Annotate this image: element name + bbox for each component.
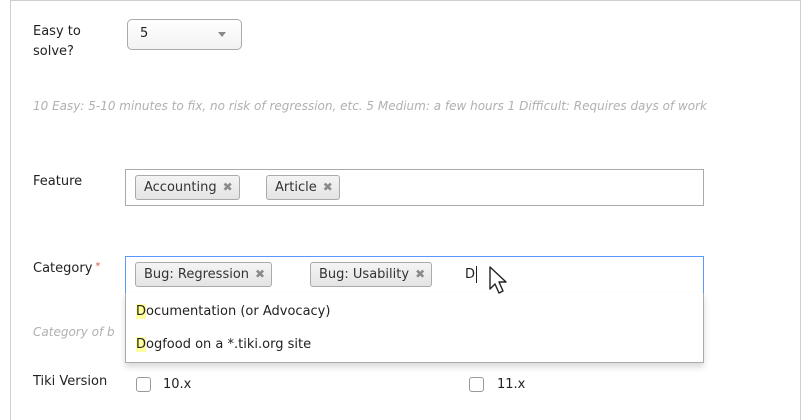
- version-checkbox[interactable]: [136, 377, 151, 392]
- category-help: Category of b: [33, 325, 115, 339]
- suggestion-text: ocumentation (or Advocacy): [146, 304, 331, 319]
- easy-to-solve-value: 5: [140, 26, 149, 41]
- category-tag-input[interactable]: Bug: Regression ✖ Bug: Usability ✖ D: [125, 256, 704, 294]
- category-tag: Bug: Usability ✖: [310, 262, 433, 287]
- category-label-text: Category: [33, 261, 93, 276]
- mouse-pointer-icon: [489, 266, 507, 294]
- feature-tag-label: Accounting: [144, 180, 217, 195]
- remove-tag-icon[interactable]: ✖: [255, 263, 265, 286]
- category-tag: Bug: Regression ✖: [135, 262, 273, 287]
- easy-to-solve-help: 10 Easy: 5-10 minutes to fix, no risk of…: [33, 99, 707, 113]
- category-label: Category *: [33, 259, 100, 279]
- feature-tag-label: Article: [275, 180, 317, 195]
- category-tag-label: Bug: Regression: [144, 267, 250, 282]
- easy-to-solve-label: Easy to solve?: [33, 24, 81, 59]
- suggestion-item[interactable]: Documentation (or Advocacy): [136, 302, 330, 322]
- category-search-text[interactable]: D: [465, 266, 475, 284]
- text-caret: [476, 266, 477, 283]
- feature-tag-input[interactable]: Accounting ✖ Article ✖: [125, 169, 704, 206]
- suggestion-match: D: [136, 337, 147, 352]
- category-suggestions: Documentation (or Advocacy) Dogfood on a…: [125, 293, 704, 363]
- remove-tag-icon[interactable]: ✖: [223, 176, 233, 199]
- feature-tag: Accounting ✖: [135, 175, 240, 200]
- chevron-down-icon: [218, 32, 226, 37]
- tiki-version-label: Tiki Version: [33, 374, 108, 389]
- suggestion-item[interactable]: Dogfood on a *.tiki.org site: [136, 335, 311, 355]
- suggestion-text: ogfood on a *.tiki.org site: [146, 337, 312, 352]
- easy-to-solve-select[interactable]: 5: [127, 19, 242, 50]
- category-tag-label: Bug: Usability: [319, 267, 410, 282]
- feature-tag: Article ✖: [266, 175, 340, 200]
- version-option-label: 11.x: [497, 377, 526, 392]
- suggestion-match: D: [136, 304, 147, 319]
- required-marker: *: [95, 261, 101, 272]
- remove-tag-icon[interactable]: ✖: [323, 176, 333, 199]
- remove-tag-icon[interactable]: ✖: [415, 263, 425, 286]
- version-checkbox[interactable]: [469, 377, 484, 392]
- feature-label: Feature: [33, 174, 83, 189]
- version-option-label: 10.x: [163, 377, 192, 392]
